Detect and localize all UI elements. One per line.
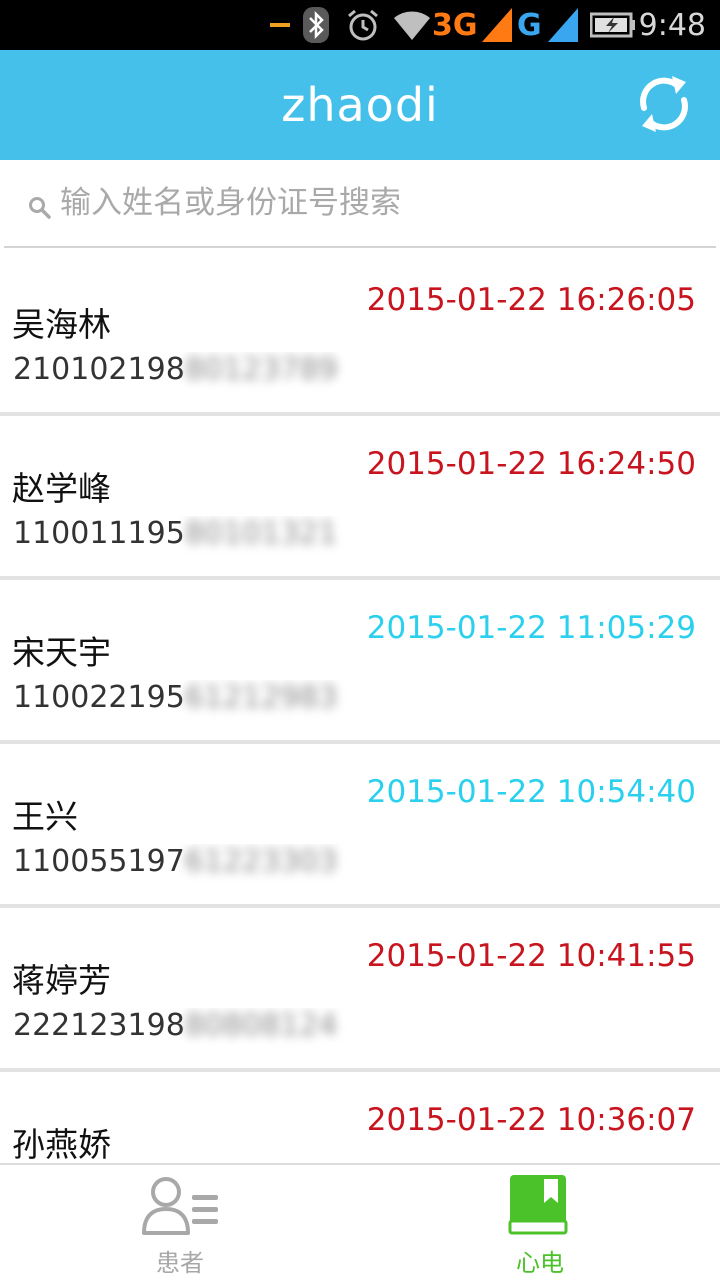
list-item[interactable]: 吴海林 2015-01-22 16:26:05 21010219880123789: [0, 252, 720, 416]
list-item[interactable]: 蒋婷芳 2015-01-22 10:41:55 22212319880808124: [0, 908, 720, 1072]
search-input[interactable]: [60, 180, 700, 226]
signal-icon-secondary: [548, 0, 578, 50]
refresh-icon: [640, 76, 688, 132]
tab-ecg-label: 心电: [516, 1249, 564, 1277]
patient-id-number: 22212319880808124: [13, 1008, 369, 1048]
search-icon: [29, 197, 51, 219]
tab-ecg[interactable]: 心电: [360, 1165, 720, 1280]
refresh-button[interactable]: [624, 64, 704, 144]
search-bar: [4, 160, 716, 248]
patient-list: 吴海林 2015-01-22 16:26:05 21010219880123789 赵…: [0, 252, 720, 1164]
bottom-tab-bar: 患者 心电: [0, 1163, 720, 1280]
patient-id-visible: 110022195: [13, 680, 185, 715]
patients-icon: [142, 1177, 218, 1235]
patient-id-redacted: 61212983: [184, 680, 338, 715]
record-timestamp: 2015-01-22 16:26:05: [366, 282, 696, 318]
status-bar: 3G G 9:48: [0, 0, 720, 50]
patient-id-number: 11001119580101321: [13, 516, 369, 556]
list-item[interactable]: 王兴 2015-01-22 10:54:40 11005519761223303: [0, 744, 720, 908]
page-title: zhaodi: [281, 78, 439, 132]
network-3g-label: 3G: [432, 7, 478, 43]
record-timestamp: 2015-01-22 10:36:07: [366, 1102, 696, 1138]
patient-id-visible: 110011195: [13, 516, 185, 551]
list-item[interactable]: 宋天宇 2015-01-22 11:05:29 11002219561212983: [0, 580, 720, 744]
patient-name: 吴海林: [12, 305, 111, 344]
patient-id-number: 11002219561212983: [13, 680, 369, 720]
tab-patients-label: 患者: [156, 1249, 204, 1277]
record-timestamp: 2015-01-22 11:05:29: [366, 610, 696, 646]
patient-id-redacted: 80123789: [184, 352, 338, 387]
patient-name: 王兴: [12, 797, 78, 836]
tab-patients[interactable]: 患者: [0, 1165, 360, 1280]
network-g-label: G: [517, 7, 542, 43]
status-time: 9:48: [638, 7, 706, 43]
list-item[interactable]: 赵学峰 2015-01-22 16:24:50 11001119580101321: [0, 416, 720, 580]
record-timestamp: 2015-01-22 16:24:50: [366, 446, 696, 482]
wifi-icon: [392, 0, 432, 50]
alarm-icon: [345, 0, 381, 50]
patient-id-redacted: 61223303: [184, 844, 338, 879]
bluetooth-icon: [303, 0, 329, 50]
patient-id-redacted: 80808124: [184, 1008, 338, 1043]
battery-icon: [590, 0, 636, 50]
patient-name: 宋天宇: [12, 633, 111, 672]
patient-id-redacted: 80101321: [184, 516, 338, 551]
patient-id-number: 11005519761223303: [13, 844, 369, 884]
app-header: zhaodi: [0, 50, 720, 160]
record-timestamp: 2015-01-22 10:41:55: [366, 938, 696, 974]
patient-name: 赵学峰: [12, 469, 111, 508]
signal-icon: [482, 0, 512, 50]
ecg-book-icon: [508, 1175, 568, 1235]
patient-name: 蒋婷芳: [12, 961, 111, 1000]
patient-id-number: 21010219880123789: [13, 352, 369, 392]
notification-icon: [270, 0, 292, 50]
list-item[interactable]: 孙燕娇 2015-01-22 10:36:07: [0, 1072, 720, 1164]
patient-id-visible: 210102198: [13, 352, 185, 387]
patient-id-visible: 222123198: [13, 1008, 185, 1043]
record-timestamp: 2015-01-22 10:54:40: [366, 774, 696, 810]
patient-name: 孙燕娇: [12, 1125, 111, 1164]
patient-id-visible: 110055197: [13, 844, 185, 879]
